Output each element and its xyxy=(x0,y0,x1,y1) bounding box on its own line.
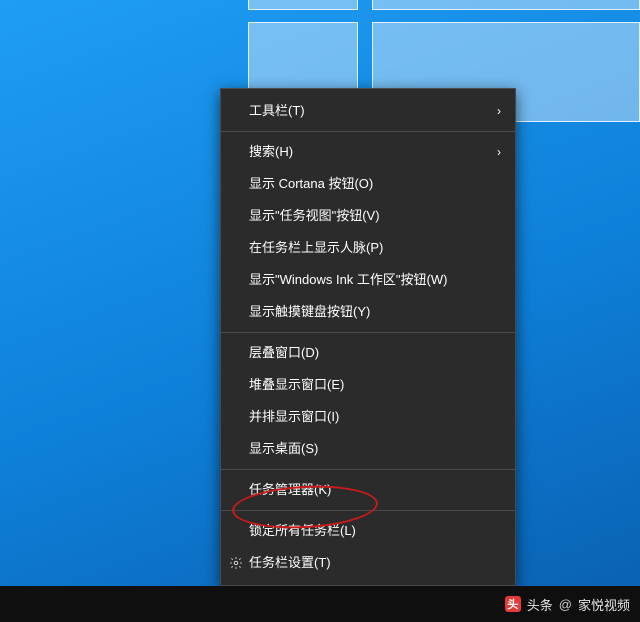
menu-separator xyxy=(221,131,515,132)
menu-separator xyxy=(221,469,515,470)
menu-item-taskbar-settings[interactable]: 任务栏设置(T) xyxy=(221,547,515,579)
menu-item-show-cortana[interactable]: 显示 Cortana 按钮(O) xyxy=(221,168,515,200)
watermark: 头 头条 @ 家悦视频 xyxy=(505,595,630,614)
windows-logo-square xyxy=(248,0,358,10)
menu-item-label: 显示桌面(S) xyxy=(249,433,318,465)
menu-separator xyxy=(221,332,515,333)
menu-item-label: 锁定所有任务栏(L) xyxy=(249,515,356,547)
watermark-at: @ xyxy=(559,597,572,612)
menu-item-show-ink[interactable]: 显示"Windows Ink 工作区"按钮(W) xyxy=(221,264,515,296)
toutiao-icon: 头 xyxy=(505,596,521,612)
desktop-background: 工具栏(T) › 搜索(H) › 显示 Cortana 按钮(O) 显示"任务视… xyxy=(0,0,640,622)
menu-item-task-manager[interactable]: 任务管理器(K) xyxy=(221,474,515,506)
menu-item-sidebyside-windows[interactable]: 并排显示窗口(I) xyxy=(221,401,515,433)
menu-item-label: 搜索(H) xyxy=(249,136,293,168)
menu-item-label: 任务管理器(K) xyxy=(249,474,331,506)
menu-item-stack-windows[interactable]: 堆叠显示窗口(E) xyxy=(221,369,515,401)
menu-item-show-touchkeyboard[interactable]: 显示触摸键盘按钮(Y) xyxy=(221,296,515,328)
menu-item-cascade-windows[interactable]: 层叠窗口(D) xyxy=(221,337,515,369)
menu-item-label: 显示"Windows Ink 工作区"按钮(W) xyxy=(249,264,447,296)
menu-item-label: 任务栏设置(T) xyxy=(249,547,331,579)
menu-item-label: 层叠窗口(D) xyxy=(249,337,319,369)
menu-item-label: 显示 Cortana 按钮(O) xyxy=(249,168,373,200)
taskbar-context-menu: 工具栏(T) › 搜索(H) › 显示 Cortana 按钮(O) 显示"任务视… xyxy=(220,88,516,586)
menu-item-show-desktop[interactable]: 显示桌面(S) xyxy=(221,433,515,465)
menu-item-label: 在任务栏上显示人脉(P) xyxy=(249,232,383,264)
menu-item-label: 并排显示窗口(I) xyxy=(249,401,339,433)
menu-item-lock-taskbars[interactable]: 锁定所有任务栏(L) xyxy=(221,515,515,547)
menu-item-show-taskview[interactable]: 显示"任务视图"按钮(V) xyxy=(221,200,515,232)
menu-item-label: 显示"任务视图"按钮(V) xyxy=(249,200,380,232)
menu-item-label: 显示触摸键盘按钮(Y) xyxy=(249,296,370,328)
chevron-right-icon: › xyxy=(497,136,501,168)
menu-item-show-people[interactable]: 在任务栏上显示人脉(P) xyxy=(221,232,515,264)
menu-item-label: 工具栏(T) xyxy=(249,95,305,127)
gear-icon xyxy=(229,556,243,570)
menu-separator xyxy=(221,510,515,511)
windows-logo-square xyxy=(372,0,640,10)
menu-item-search[interactable]: 搜索(H) › xyxy=(221,136,515,168)
menu-item-label: 堆叠显示窗口(E) xyxy=(249,369,344,401)
watermark-author: 家悦视频 xyxy=(578,595,630,614)
watermark-brand: 头条 xyxy=(527,595,553,614)
chevron-right-icon: › xyxy=(497,95,501,127)
menu-item-toolbars[interactable]: 工具栏(T) › xyxy=(221,95,515,127)
taskbar[interactable]: 头 头条 @ 家悦视频 xyxy=(0,586,640,622)
